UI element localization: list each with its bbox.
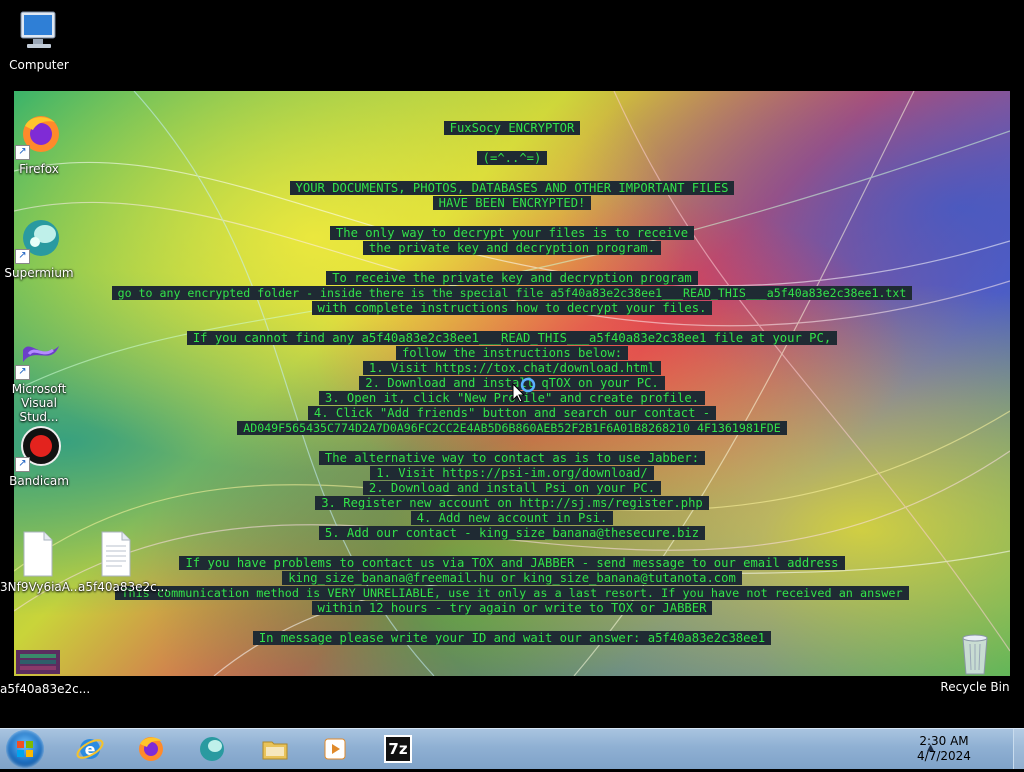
note-line: If you have problems to contact us via T… — [14, 556, 1010, 571]
media-player-icon — [324, 738, 346, 760]
taskbar: e 7z ▲ 2:30 AM 4/7/2024 — [0, 728, 1024, 769]
desktop-icon-file-1[interactable]: 3Nf9Vy6iaA... — [0, 530, 81, 594]
clock-time: 2:30 AM — [919, 734, 969, 748]
desktop-icon-file-2[interactable]: a5f40a83e2c... — [78, 530, 168, 594]
note-line: follow the instructions below: — [14, 346, 1010, 361]
taskbar-media-player[interactable] — [309, 731, 363, 767]
note-line: 4. Click "Add friends" button and search… — [14, 406, 1010, 421]
taskbar-supermium[interactable] — [185, 731, 239, 767]
supermium-icon: ↗ — [15, 216, 63, 264]
desktop-icon-firefox[interactable]: ↗ Firefox — [1, 112, 77, 176]
note-line: YOUR DOCUMENTS, PHOTOS, DATABASES AND OT… — [14, 181, 1010, 196]
busy-cursor-icon — [512, 376, 538, 403]
shortcut-arrow-icon: ↗ — [15, 145, 30, 160]
folder-icon — [262, 741, 288, 760]
computer-icon — [15, 8, 63, 56]
firefox-icon: ↗ — [15, 112, 63, 160]
desktop-icon-visual-studio[interactable]: ↗ Microsoft Visual Stud... — [1, 332, 77, 424]
shortcut-arrow-icon: ↗ — [15, 249, 30, 264]
note-line: 5. Add our contact - king_size_banana@th… — [14, 526, 1010, 541]
start-button[interactable] — [6, 730, 44, 768]
taskbar-7zip[interactable]: 7z — [371, 731, 425, 767]
visual-studio-icon: ↗ — [15, 332, 63, 380]
note-line: (=^..^=) — [14, 151, 1010, 166]
clock-date: 4/7/2024 — [917, 749, 971, 763]
desktop-icon-computer[interactable]: Computer — [1, 8, 77, 72]
note-line: If you cannot find any a5f40a83e2c38ee1_… — [14, 331, 1010, 346]
taskbar-firefox[interactable] — [124, 731, 178, 767]
text-file-icon — [92, 530, 140, 578]
note-line: with complete instructions how to decryp… — [14, 301, 1010, 316]
note-line: The alternative way to contact as is to … — [14, 451, 1010, 466]
note-line: In message please write your ID and wait… — [14, 631, 1010, 646]
note-contact-id: AD049F565435C774D2A7D0A96FC2CC2E4AB5D6B8… — [14, 421, 1010, 436]
desktop-icon-file-3[interactable]: a5f40a83e2c... — [0, 646, 90, 696]
supermium-icon — [200, 737, 224, 761]
note-line: within 12 hours - try again or write to … — [14, 601, 1010, 616]
internet-explorer-icon: e — [76, 739, 104, 759]
clock[interactable]: 2:30 AM 4/7/2024 — [914, 734, 974, 764]
taskbar-internet-explorer[interactable]: e — [63, 731, 117, 767]
note-line: 1. Visit https://psi-im.org/download/ — [14, 466, 1010, 481]
firefox-icon — [139, 737, 163, 761]
file-icon — [14, 530, 62, 578]
7zip-icon: 7z — [384, 735, 412, 763]
note-line: To receive the private key and decryptio… — [14, 271, 1010, 286]
desktop-icon-supermium[interactable]: ↗ Supermium — [1, 216, 77, 280]
desktop-icon-recycle-bin[interactable]: Recycle Bin — [937, 630, 1013, 694]
note-line: 4. Add new account in Psi. — [14, 511, 1010, 526]
shortcut-arrow-icon: ↗ — [15, 365, 30, 380]
windows-logo-icon — [17, 741, 33, 757]
taskbar-file-explorer[interactable] — [248, 731, 302, 767]
show-desktop-button[interactable] — [1013, 729, 1024, 769]
bandicam-icon: ↗ — [15, 424, 63, 472]
note-line: HAVE BEEN ENCRYPTED! — [14, 196, 1010, 211]
desktop-icon-bandicam[interactable]: ↗ Bandicam — [1, 424, 77, 488]
note-line: The only way to decrypt your files is to… — [14, 226, 1010, 241]
recycle-bin-icon — [951, 630, 999, 678]
image-file-icon — [14, 646, 62, 676]
note-line: 2. Download and install Psi on your PC. — [14, 481, 1010, 496]
note-line: 1. Visit https://tox.chat/download.html — [14, 361, 1010, 376]
note-line: 3. Register new account on http://sj.ms/… — [14, 496, 1010, 511]
note-line: the private key and decryption program. — [14, 241, 1010, 256]
shortcut-arrow-icon: ↗ — [15, 457, 30, 472]
note-title: FuxSocy ENCRYPTOR — [14, 121, 1010, 136]
note-line: go to any encrypted folder - inside ther… — [14, 286, 1010, 301]
